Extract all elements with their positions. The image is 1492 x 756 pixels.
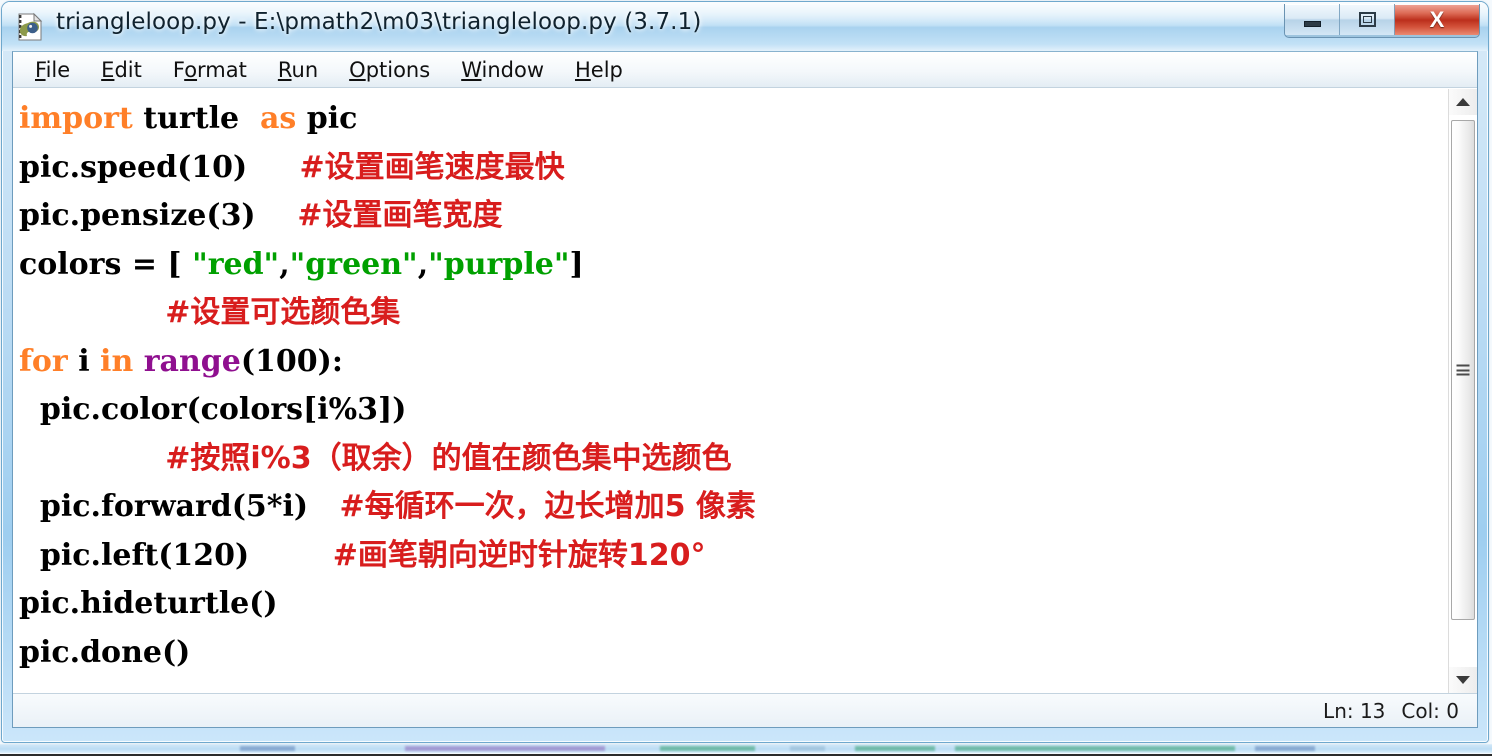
menu-run[interactable]: Run [278, 58, 318, 82]
menu-help[interactable]: Help [575, 58, 623, 82]
background-window-swatch [240, 746, 295, 751]
code-line: pic.left(120) #画笔朝向逆时针旋转120° [19, 538, 706, 573]
token-call-color: pic.color(colors[i%3]) [39, 392, 407, 427]
scroll-up-arrow[interactable] [1449, 89, 1477, 115]
background-window-swatch [955, 746, 1235, 751]
vertical-scrollbar[interactable] [1448, 89, 1477, 693]
code-line: #设置可选颜色集 [19, 295, 400, 330]
background-window-swatch [1255, 746, 1315, 751]
desktop-background: triangleloop.py - E:\pmath2\m03\triangle… [0, 0, 1492, 756]
code-line: import turtle as pic [19, 101, 357, 136]
token-call-left: pic.left(120) [39, 537, 250, 573]
token-builtin-range: range [143, 343, 241, 379]
token-call-speed: pic.speed(10) [19, 149, 248, 185]
token-call-pensize: pic.pensize(3) [19, 198, 256, 233]
token-string-purple: "purple" [428, 246, 570, 282]
token-ident-colors: colors [19, 246, 122, 282]
background-window-swatch [790, 746, 825, 751]
code-editor-text[interactable]: import turtle as pic pic.speed(10) #设置画笔… [13, 89, 1448, 693]
window-controls: X [1284, 4, 1480, 38]
status-line-number: Ln: 13 [1323, 698, 1386, 723]
code-line: pic.speed(10) #设置画笔速度最快 [19, 150, 565, 185]
token-comment-5: #每循环一次，边长增加5 像素 [339, 489, 756, 524]
token-comment-6: #画笔朝向逆时针旋转120° [332, 537, 706, 573]
token-keyword-as: as [259, 101, 297, 136]
status-bar: Ln: 13 Col: 0 [13, 693, 1477, 727]
background-window-strip [0, 743, 1492, 754]
code-line: pic.forward(5*i) #每循环一次，边长增加5 像素 [19, 489, 756, 524]
token-call-forward: pic.forward(5*i) [39, 489, 309, 524]
minimize-button[interactable] [1285, 4, 1339, 35]
title-bar[interactable]: triangleloop.py - E:\pmath2\m03\triangle… [2, 2, 1488, 51]
code-line: pic.done() [19, 635, 190, 670]
menu-file[interactable]: File [35, 58, 70, 82]
token-keyword-in: in [100, 343, 134, 379]
window-title: triangleloop.py - E:\pmath2\m03\triangle… [56, 9, 702, 35]
scrollbar-track[interactable] [1449, 115, 1477, 667]
token-keyword-import: import [19, 101, 133, 136]
code-line: #按照i%3（取余）的值在颜色集中选颜色 [19, 440, 732, 476]
token-module-turtle: turtle [143, 101, 240, 136]
triangle-up-icon [1456, 98, 1470, 106]
menu-format[interactable]: Format [173, 58, 247, 82]
close-icon: X [1429, 6, 1445, 32]
token-comment-4: #按照i%3（取余）的值在颜色集中选颜色 [165, 440, 732, 476]
token-alias-pic: pic [306, 101, 358, 136]
scroll-thumb-grip-icon [1456, 364, 1470, 376]
token-comment-3: #设置可选颜色集 [165, 295, 401, 330]
maximize-icon [1358, 12, 1376, 27]
token-keyword-for: for [19, 343, 68, 379]
idle-editor-window: triangleloop.py - E:\pmath2\m03\triangle… [1, 1, 1489, 743]
scroll-down-arrow[interactable] [1449, 667, 1477, 693]
menu-window[interactable]: Window [461, 58, 544, 82]
token-string-red: "red" [192, 246, 280, 282]
editor-region: import turtle as pic pic.speed(10) #设置画笔… [13, 88, 1477, 693]
token-range-arg: (100): [240, 343, 343, 379]
menu-bar: File Edit Format Run Options Window Help [13, 52, 1477, 88]
code-line: pic.hideturtle() [19, 586, 278, 621]
code-line: pic.pensize(3) #设置画笔宽度 [19, 198, 503, 233]
triangle-down-icon [1456, 676, 1470, 684]
token-call-hideturtle: pic.hideturtle() [19, 586, 278, 621]
token-call-done: pic.done() [19, 634, 191, 670]
background-window-swatch [405, 746, 605, 751]
code-line: colors = [ "red","green","purple"] [19, 246, 584, 282]
close-button[interactable]: X [1394, 4, 1479, 35]
token-ident-i: i [78, 343, 90, 379]
window-client-area: File Edit Format Run Options Window Help… [12, 51, 1478, 728]
status-column-number: Col: 0 [1401, 698, 1459, 723]
background-window-swatch [660, 746, 755, 751]
token-comment-1: #设置画笔速度最快 [299, 149, 565, 185]
menu-options[interactable]: Options [349, 58, 430, 82]
maximize-button[interactable] [1339, 4, 1394, 35]
minimize-icon [1303, 20, 1321, 27]
code-line: pic.color(colors[i%3]) [19, 392, 407, 427]
token-string-green: "green" [289, 246, 418, 282]
token-comment-2: #设置画笔宽度 [297, 198, 503, 233]
code-line: for i in range(100): [19, 344, 343, 379]
background-window-swatch [855, 746, 935, 751]
python-file-icon [18, 12, 43, 41]
menu-edit[interactable]: Edit [101, 58, 142, 82]
scroll-thumb[interactable] [1451, 120, 1475, 620]
